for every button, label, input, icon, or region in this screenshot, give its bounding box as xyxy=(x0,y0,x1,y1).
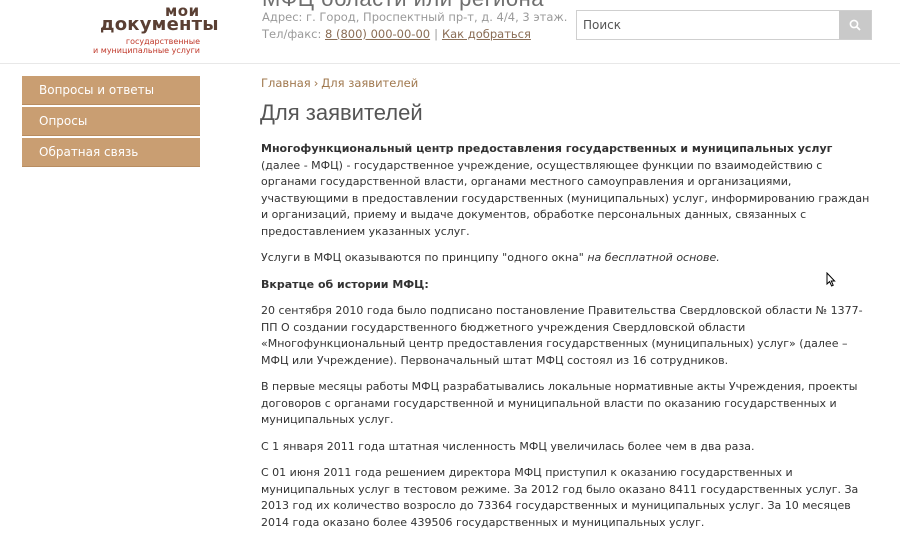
breadcrumb-home[interactable]: Главная xyxy=(261,76,311,90)
sidebar-item-feedback[interactable]: Обратная связь xyxy=(22,138,200,167)
one-window-paragraph: Услуги в МФЦ оказываются по принципу "од… xyxy=(261,250,871,267)
sidebar-menu: Вопросы и ответы Опросы Обратная связь xyxy=(22,76,200,169)
logo-text-documents: документы xyxy=(100,14,219,35)
mouse-cursor-icon xyxy=(826,272,836,287)
intro-text: (далее - МФЦ) - государственное учрежден… xyxy=(261,158,870,238)
history-paragraph-3: С 1 января 2011 года штатная численность… xyxy=(261,439,755,453)
logo[interactable]: мои документы государственные и муниципа… xyxy=(93,0,218,55)
history-heading: Вкратце об истории МФЦ: xyxy=(261,277,871,294)
sidebar-item-polls[interactable]: Опросы xyxy=(22,107,200,136)
logo-subtitle: государственные и муниципальные услуги xyxy=(80,37,200,55)
history-paragraph-4: С 01 июня 2011 года решением директора М… xyxy=(261,466,859,529)
breadcrumb-current: Для заявителей xyxy=(321,76,419,90)
breadcrumb-separator: › xyxy=(313,76,319,90)
intro-bold: Многофункциональный центр предоставления… xyxy=(261,142,833,155)
sidebar-item-faq[interactable]: Вопросы и ответы xyxy=(22,76,200,105)
phone-label: Тел/факс xyxy=(262,27,318,41)
search-button[interactable] xyxy=(839,11,871,39)
phone-link[interactable]: 8 (800) 000-00-00 xyxy=(325,27,430,41)
contact-line: Тел/факс: 8 (800) 000-00-00 | Как добратьс… xyxy=(262,27,531,41)
history-heading-text: Вкратце об истории МФЦ: xyxy=(261,277,429,291)
search-box xyxy=(576,10,872,40)
directions-link[interactable]: Как добраться xyxy=(442,27,531,41)
separator: | xyxy=(434,27,438,41)
main-content: Многофункциональный центр предоставления… xyxy=(261,141,871,541)
address: Адрес: г. Город, Проспектный пр-т, д. 4/… xyxy=(262,10,568,24)
history-paragraph-1: 20 сентября 2010 года было подписано пос… xyxy=(261,304,863,367)
search-icon xyxy=(849,19,861,31)
history-paragraph-2: В первые месяцы работы МФЦ разрабатывали… xyxy=(261,380,858,426)
one-window-italic: на бесплатной основе. xyxy=(587,251,720,264)
search-input[interactable] xyxy=(577,11,851,39)
one-window-text: Услуги в МФЦ оказываются по принципу "од… xyxy=(261,251,588,264)
logo-subtitle-line2: и муниципальные услуги xyxy=(93,46,200,55)
breadcrumb: Главная › Для заявителей xyxy=(261,76,418,90)
logo-subtitle-line1: государственные xyxy=(125,37,200,46)
page-title: Для заявителей xyxy=(260,100,423,125)
intro-paragraph: Многофункциональный центр предоставления… xyxy=(261,141,871,240)
header-divider xyxy=(0,63,900,64)
